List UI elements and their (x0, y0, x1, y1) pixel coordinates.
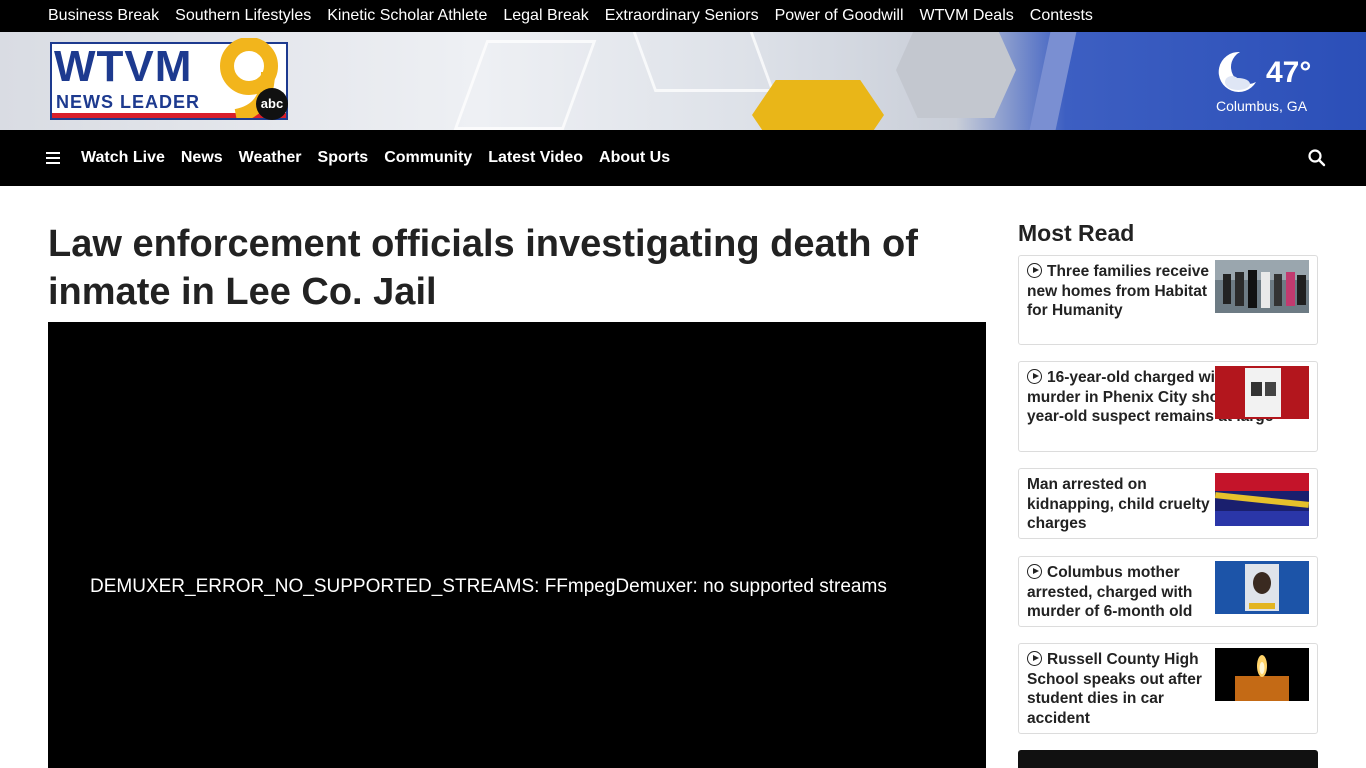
most-read-item-title: Columbus mother arrested, charged with m… (1027, 564, 1193, 620)
story-thumbnail (1215, 260, 1309, 313)
abc-network-icon: abc (256, 88, 288, 120)
story-thumbnail (1215, 366, 1309, 419)
nav-watch-live[interactable]: Watch Live (81, 149, 165, 167)
next-story-card[interactable] (1018, 750, 1318, 768)
hamburger-icon[interactable] (46, 152, 60, 164)
video-play-icon (1027, 263, 1042, 278)
top-link-power-of-goodwill[interactable]: Power of Goodwill (775, 7, 904, 25)
top-link-kinetic-scholar-athlete[interactable]: Kinetic Scholar Athlete (327, 7, 487, 25)
video-error-message: DEMUXER_ERROR_NO_SUPPORTED_STREAMS: FFmp… (90, 576, 887, 597)
banner-decoration (625, 32, 775, 92)
nav-news[interactable]: News (181, 149, 223, 167)
search-icon[interactable] (1307, 148, 1327, 168)
most-read-item[interactable]: Three families receive new homes from Ha… (1018, 255, 1318, 345)
most-read-item[interactable]: 16-year-old charged with Capital murder … (1018, 361, 1318, 452)
video-player[interactable]: DEMUXER_ERROR_NO_SUPPORTED_STREAMS: FFmp… (48, 322, 986, 768)
weather-location: Columbus, GA (1216, 98, 1308, 114)
weather-temperature: 47° (1266, 56, 1312, 89)
top-link-extraordinary-seniors[interactable]: Extraordinary Seniors (605, 7, 759, 25)
most-read-item-title: Russell County High School speaks out af… (1027, 651, 1202, 727)
top-link-business-break[interactable]: Business Break (48, 7, 159, 25)
top-link-contests[interactable]: Contests (1030, 7, 1093, 25)
most-read-heading: Most Read (1018, 220, 1135, 246)
site-logo[interactable]: WTVM NEWS LEADER abc (50, 38, 288, 120)
most-read-item[interactable]: Russell County High School speaks out af… (1018, 643, 1318, 734)
nav-community[interactable]: Community (384, 149, 472, 167)
story-thumbnail (1215, 648, 1309, 701)
nav-sports[interactable]: Sports (318, 149, 369, 167)
video-play-icon (1027, 369, 1042, 384)
article-headline: Law enforcement officials investigating … (48, 223, 918, 313)
nav-weather[interactable]: Weather (239, 149, 302, 167)
nav-latest-video[interactable]: Latest Video (488, 149, 583, 167)
top-link-wtvm-deals[interactable]: WTVM Deals (920, 7, 1014, 25)
top-link-legal-break[interactable]: Legal Break (503, 7, 588, 25)
video-play-icon (1027, 651, 1042, 666)
banner-decoration (1029, 32, 1077, 130)
video-play-icon (1027, 564, 1042, 579)
nav-about-us[interactable]: About Us (599, 149, 670, 167)
most-read-item-title: Three families receive new homes from Ha… (1027, 263, 1209, 319)
main-navigation: Watch Live News Weather Sports Community… (0, 130, 1366, 186)
weather-widget[interactable]: 47° Columbus, GA (1208, 46, 1328, 118)
banner-decoration (896, 32, 1016, 118)
story-thumbnail (1215, 473, 1309, 526)
top-link-southern-lifestyles[interactable]: Southern Lifestyles (175, 7, 311, 25)
top-utility-bar: Business Break Southern Lifestyles Kinet… (0, 0, 1366, 32)
story-thumbnail (1215, 561, 1309, 614)
logo-call-letters: WTVM (54, 42, 193, 91)
moon-cloud-icon (1218, 51, 1256, 92)
banner-decoration (752, 80, 884, 130)
most-read-item[interactable]: Man arrested on kidnapping, child cruelt… (1018, 468, 1318, 539)
most-read-item-title: Man arrested on kidnapping, child cruelt… (1027, 476, 1210, 532)
banner-decoration (453, 40, 597, 130)
most-read-item[interactable]: Columbus mother arrested, charged with m… (1018, 556, 1318, 627)
logo-tagline: NEWS LEADER (56, 92, 201, 112)
